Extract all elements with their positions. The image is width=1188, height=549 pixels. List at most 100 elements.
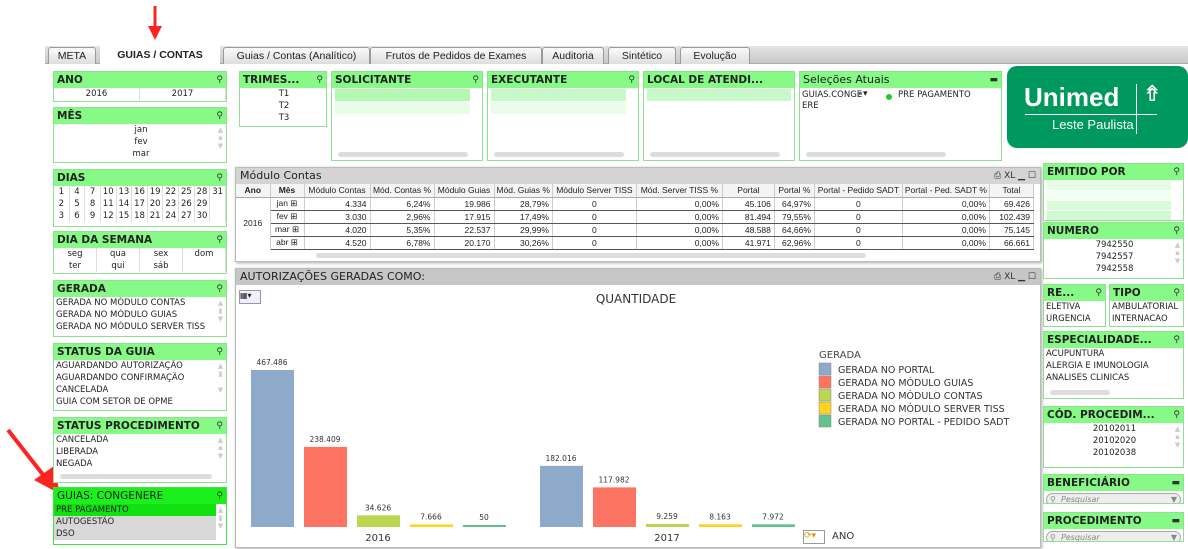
search-icon[interactable]: ⚲ [216, 281, 223, 297]
search-icon[interactable]: ⚲ [216, 344, 223, 360]
numero-option[interactable]: 7942550 [1044, 239, 1183, 251]
day-option[interactable]: 12 [101, 210, 117, 222]
year-option[interactable]: 2017 [140, 88, 226, 100]
procedimento-search-input[interactable]: ⚲ Pesquisar ▼ [1046, 531, 1181, 541]
congenere-option[interactable]: AUTOGESTÃO [54, 516, 216, 528]
day-option[interactable]: 2 [54, 198, 70, 210]
month-option[interactable]: jan [54, 124, 226, 136]
day-option[interactable]: 23 [163, 198, 180, 210]
congenere-option[interactable]: DSO [54, 528, 216, 540]
scrollbar[interactable]: ▲ ▮ ▼ [216, 506, 225, 530]
especialidade-option[interactable]: ALERGIA E IMUNOLOGIA [1044, 360, 1183, 372]
weekday-option[interactable]: seg [54, 248, 97, 260]
especialidade-option[interactable]: ANALISES CLINICAS [1044, 372, 1183, 384]
day-option[interactable]: 22 [163, 186, 180, 198]
day-option[interactable]: 10 [101, 186, 117, 198]
list-item[interactable] [1047, 211, 1171, 220]
day-option[interactable]: 31 [210, 186, 226, 198]
weekday-option[interactable]: sáb [140, 260, 183, 272]
cod-proc-option[interactable]: 20102020 [1044, 435, 1183, 447]
day-option[interactable]: 21 [148, 210, 164, 222]
month-cell[interactable]: mar ⊞ [270, 223, 305, 237]
month-cell[interactable]: fev ⊞ [270, 210, 305, 224]
day-option[interactable]: 5 [70, 198, 86, 210]
gerada-option[interactable]: GERADA NO MÓDULO SERVER TISS [54, 321, 226, 333]
search-icon[interactable]: ⚲ [216, 418, 223, 434]
day-option[interactable]: 1 [54, 186, 70, 198]
scrollbar[interactable]: ▲ ▮ ▼ [216, 362, 225, 394]
search-icon[interactable]: ⚲ [1095, 285, 1102, 301]
horizontal-scrollbar[interactable] [1050, 390, 1110, 395]
list-item[interactable] [647, 89, 791, 101]
status-guia-option[interactable]: CANCELADA [54, 384, 226, 396]
trimestre-option[interactable]: T3 [240, 112, 326, 124]
column-header[interactable]: Portal - Ped. SADT % [902, 184, 990, 198]
numero-option[interactable]: 7942558 [1044, 263, 1183, 275]
column-header[interactable]: Total [989, 184, 1034, 198]
weekday-option[interactable]: ter [54, 260, 97, 272]
list-item[interactable] [491, 89, 626, 101]
day-option[interactable]: 9 [85, 210, 101, 222]
tab-guias-contas-analitico[interactable]: Guias / Contas (Analítico) [223, 47, 370, 64]
list-item[interactable] [491, 102, 626, 114]
dropdown-arrow-icon[interactable]: ▼ [1171, 532, 1177, 541]
scrollbar[interactable]: ▲ ▪ ▼ [216, 126, 225, 150]
horizontal-scrollbar[interactable] [494, 152, 624, 157]
expand-icon[interactable]: ⊞ [290, 224, 299, 234]
scrollbar[interactable]: ▲ ▪ ▼ [216, 436, 225, 460]
column-header[interactable]: Portal % [774, 184, 815, 198]
search-icon[interactable]: ⚲ [216, 170, 223, 186]
dropdown-arrow-icon[interactable]: ▼ [1171, 494, 1177, 503]
status-proc-option[interactable]: LIBERADA [54, 446, 226, 458]
day-option[interactable]: 30 [195, 210, 211, 222]
congenere-option-selected[interactable]: PRE PAGAMENTO [54, 504, 216, 516]
search-icon[interactable]: ⚲ [216, 488, 223, 504]
column-header[interactable]: Portal - Pedido SADT [814, 184, 903, 198]
column-header[interactable]: Mód. Contas % [370, 184, 435, 198]
search-icon[interactable]: ⚲ [216, 72, 223, 88]
day-option[interactable]: 29 [195, 198, 211, 210]
tipo-option[interactable]: AMBULATORIAL [1110, 301, 1183, 313]
expand-icon[interactable]: ⊞ [288, 198, 297, 208]
regime-option[interactable]: ELETIVA [1044, 301, 1105, 313]
panel-tools-icon[interactable]: ⎙ XL ▁ ☐ [994, 168, 1036, 184]
gerada-option[interactable]: GERADA NO MÓDULO CONTAS [54, 297, 226, 309]
list-item[interactable] [335, 102, 470, 114]
month-cell[interactable]: abr ⊞ [270, 236, 305, 250]
day-option[interactable]: 15 [117, 210, 133, 222]
search-icon[interactable]: ⚲ [1173, 164, 1180, 180]
list-item[interactable] [335, 89, 470, 101]
day-option[interactable]: 19 [148, 186, 164, 198]
minimize-icon[interactable]: ▬ [1171, 513, 1180, 529]
trimestre-option[interactable]: T1 [240, 88, 326, 100]
tab-meta[interactable]: META [48, 47, 96, 64]
day-option[interactable]: 27 [179, 210, 195, 222]
search-icon[interactable]: ⚲ [1173, 285, 1180, 301]
month-option[interactable]: mar [54, 148, 226, 160]
cycle-dimension-icon[interactable]: ⟳▾ [803, 530, 825, 544]
expand-icon[interactable]: ⊞ [288, 211, 297, 221]
weekday-option[interactable]: dom [183, 248, 226, 260]
day-option[interactable]: 6 [70, 210, 86, 222]
status-guia-option[interactable]: AGUARDANDO AUTORIZAÇÃO [54, 360, 226, 372]
status-proc-option[interactable]: CANCELADA [54, 434, 226, 446]
regime-option[interactable]: URGENCIA [1044, 313, 1105, 325]
month-option[interactable]: fev [54, 136, 226, 148]
day-option[interactable]: 18 [132, 210, 148, 222]
column-header[interactable]: Módulo Server TISS [552, 184, 637, 198]
minimize-icon[interactable]: ▬ [1171, 475, 1180, 491]
list-item[interactable] [1047, 181, 1171, 190]
year-cell[interactable]: 2016 [236, 197, 271, 249]
weekday-option[interactable]: qui [97, 260, 140, 272]
status-proc-option[interactable]: NEGADA [54, 458, 226, 470]
beneficiario-search-input[interactable]: ⚲ Pesquisar ▼ [1046, 493, 1181, 503]
column-header[interactable]: Mód. Guias % [494, 184, 553, 198]
search-icon[interactable]: ⚲ [216, 108, 223, 124]
column-header[interactable]: Portal [722, 184, 775, 198]
column-header[interactable]: Módulo Guias [434, 184, 495, 198]
search-icon[interactable]: ⚲ [1173, 332, 1180, 348]
trimestre-option[interactable]: T2 [240, 100, 326, 112]
status-guia-option[interactable]: AGUARDANDO CONFIRMAÇÃO [54, 372, 226, 384]
day-option[interactable]: 13 [117, 186, 133, 198]
search-icon[interactable]: ⚲ [1173, 407, 1180, 423]
